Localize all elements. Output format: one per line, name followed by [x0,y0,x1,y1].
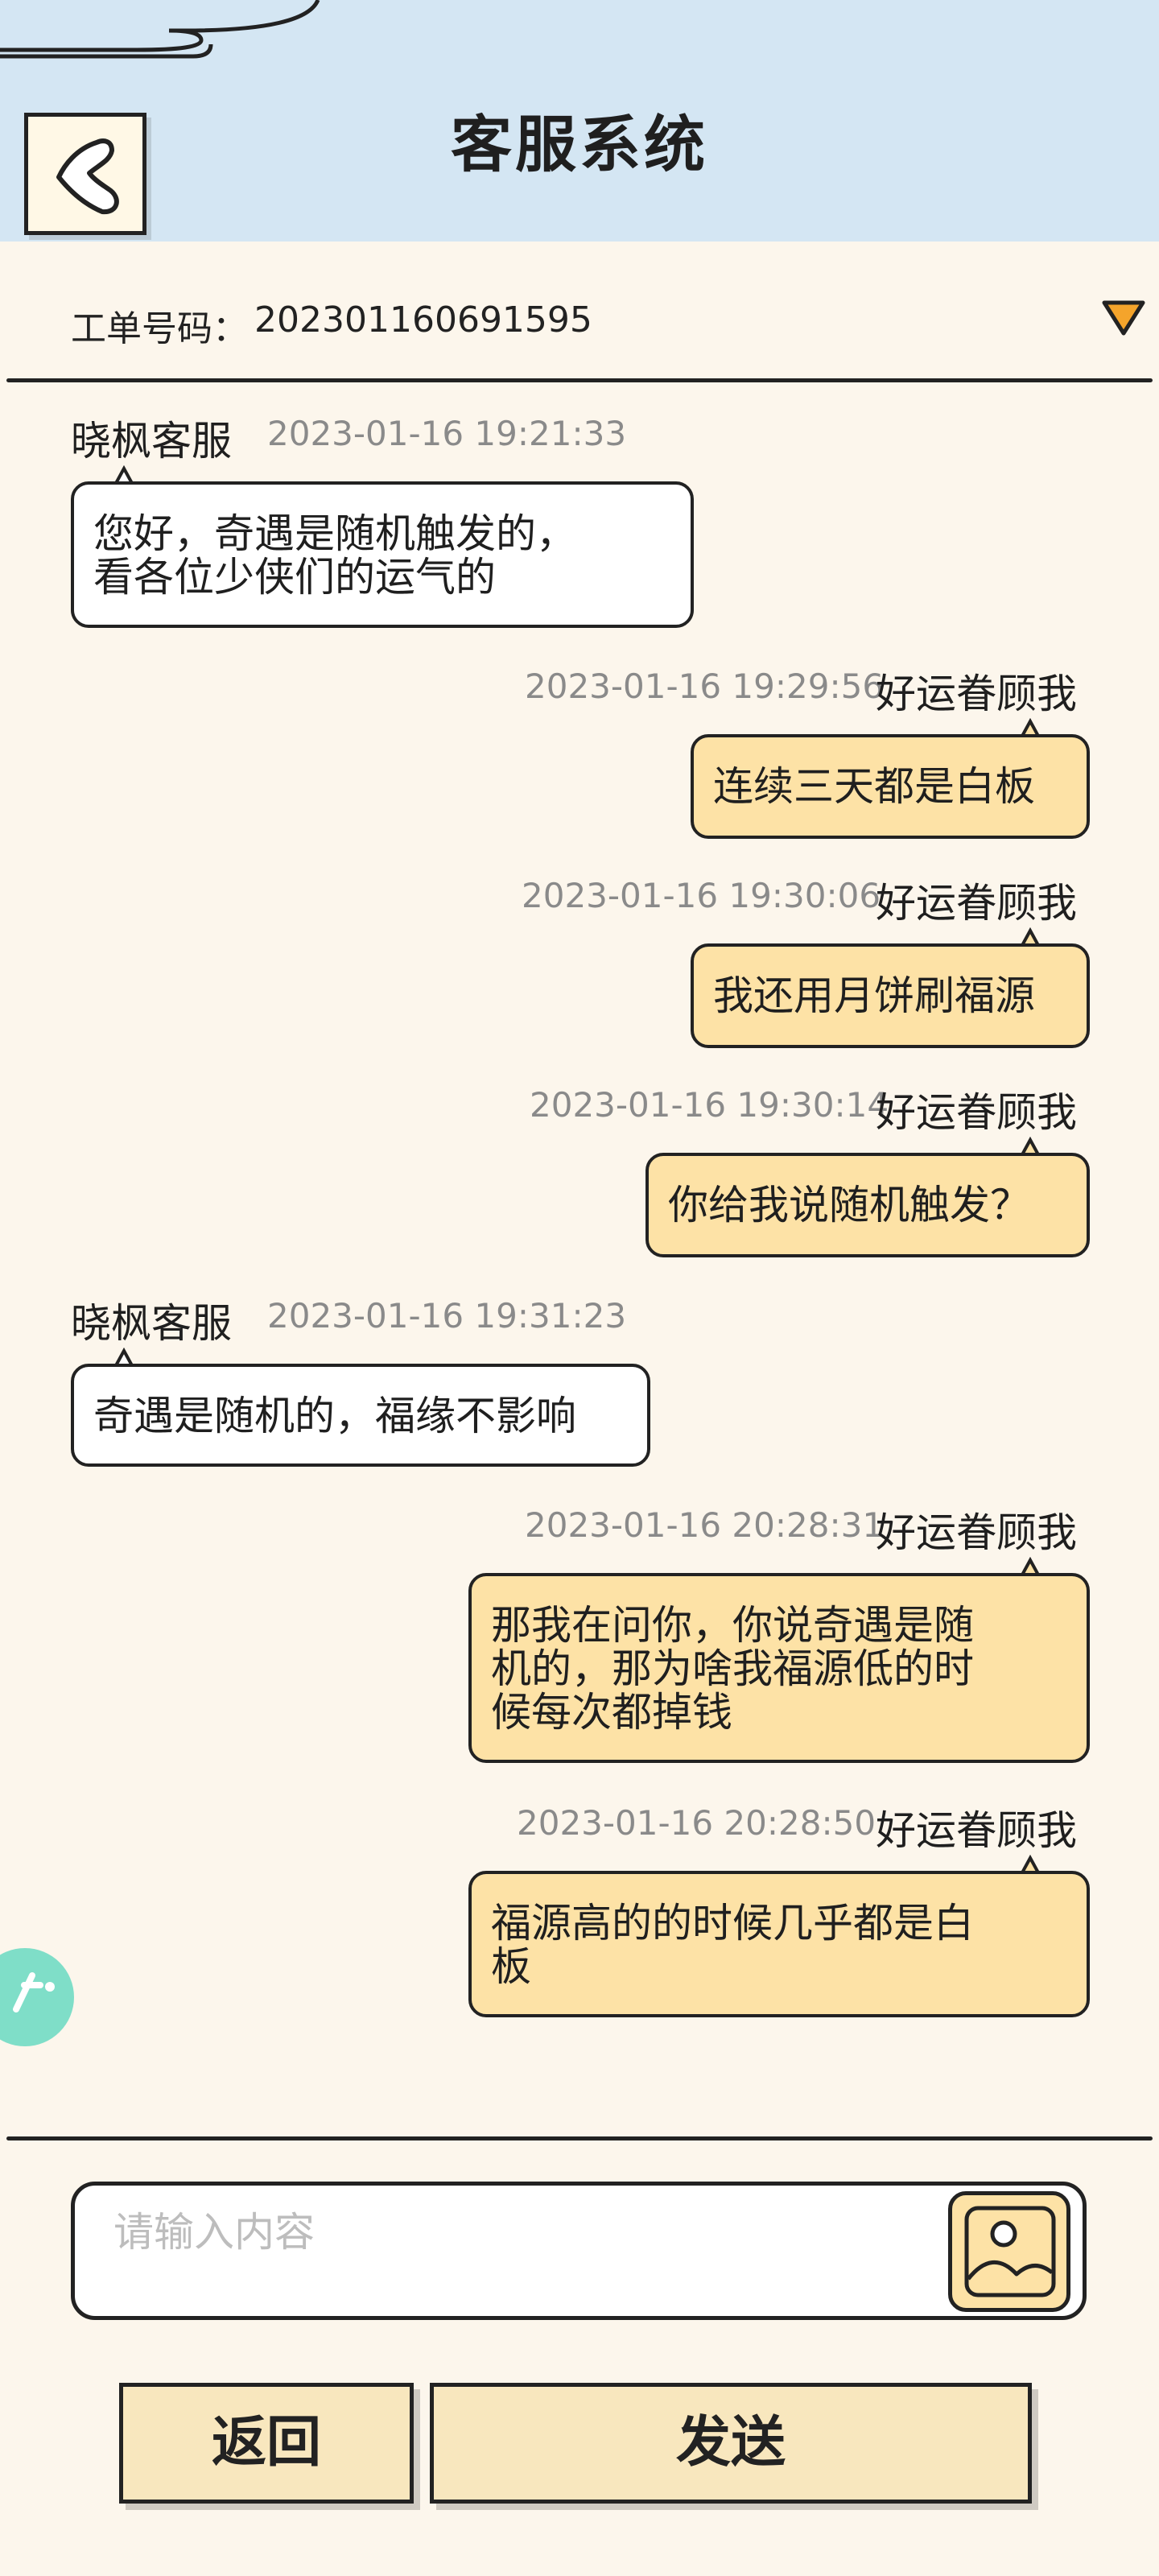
ticket-row: 工单号码： 202301160691595 [0,242,1159,378]
message-time: 2023-01-16 20:28:31 [525,1505,885,1545]
triangle-down-icon[interactable] [1101,298,1146,338]
ticket-label: 工单号码： [71,308,248,349]
message-line: 看各位少侠们的运气的 [93,554,496,601]
message-bubble: 奇遇是随机的，福缘不影响 [71,1364,650,1467]
send-button[interactable]: 发送 [430,2383,1032,2504]
sender-name: 好运眷顾我 [876,880,1077,927]
sender-name: 晓枫客服 [71,1300,232,1347]
input-placeholder: 请输入内容 [113,2209,315,2256]
message-bubble: 连续三天都是白板 [691,734,1090,839]
sender-name: 好运眷顾我 [876,1509,1077,1556]
message-time: 2023-01-16 19:29:56 [525,667,885,706]
sender-name: 好运眷顾我 [876,671,1077,717]
message-line: 板 [491,1943,531,1990]
message-bubble: 那我在问你，你说奇遇是随 机的，那为啥我福源低的时 候每次都掉钱 [468,1573,1090,1763]
divider [6,2136,1153,2140]
message-line: 福源高的的时候几乎都是白 [491,1900,974,1946]
header: 客服系统 [0,0,1159,242]
message-line: 我还用月饼刷福源 [713,972,1035,1019]
message-line: 那我在问你，你说奇遇是随 [491,1602,974,1649]
sender-name: 晓枫客服 [71,418,232,464]
divider [6,378,1153,382]
message-bubble: 福源高的的时候几乎都是白 板 [468,1871,1090,2017]
message-time: 2023-01-16 20:28:50 [517,1803,876,1843]
back-text-button[interactable]: 返回 [119,2383,414,2504]
message-line: 机的，那为啥我福源低的时 [491,1645,974,1692]
message-line: 连续三天都是白板 [713,763,1035,810]
message-bubble: 你给我说随机触发？ [645,1153,1090,1257]
message-line: 候每次都掉钱 [491,1689,732,1736]
message-time: 2023-01-16 19:31:23 [267,1296,627,1335]
page-title: 客服系统 [451,109,708,180]
message-time: 2023-01-16 19:30:14 [530,1085,889,1125]
gamepad-icon [13,1972,55,2013]
message-bubble: 我还用月饼刷福源 [691,943,1090,1048]
message-input[interactable]: 请输入内容 [71,2182,1087,2320]
message-line: 你给我说随机触发？ [668,1182,1030,1228]
image-upload-button[interactable] [948,2191,1070,2312]
message-time: 2023-01-16 19:30:06 [522,876,881,915]
sender-name: 好运眷顾我 [876,1807,1077,1854]
floating-assistant-button[interactable] [0,1948,74,2046]
image-icon [964,2206,1056,2297]
message-line: 您好，奇遇是随机触发的， [93,510,576,557]
cloud-decoration-icon [0,0,320,59]
message-bubble: 您好，奇遇是随机触发的， 看各位少侠们的运气的 [71,481,694,628]
message-time: 2023-01-16 19:21:33 [267,414,627,453]
message-line: 奇遇是随机的，福缘不影响 [93,1393,576,1439]
ticket-number: 202301160691595 [254,299,592,341]
sender-name: 好运眷顾我 [876,1089,1077,1136]
